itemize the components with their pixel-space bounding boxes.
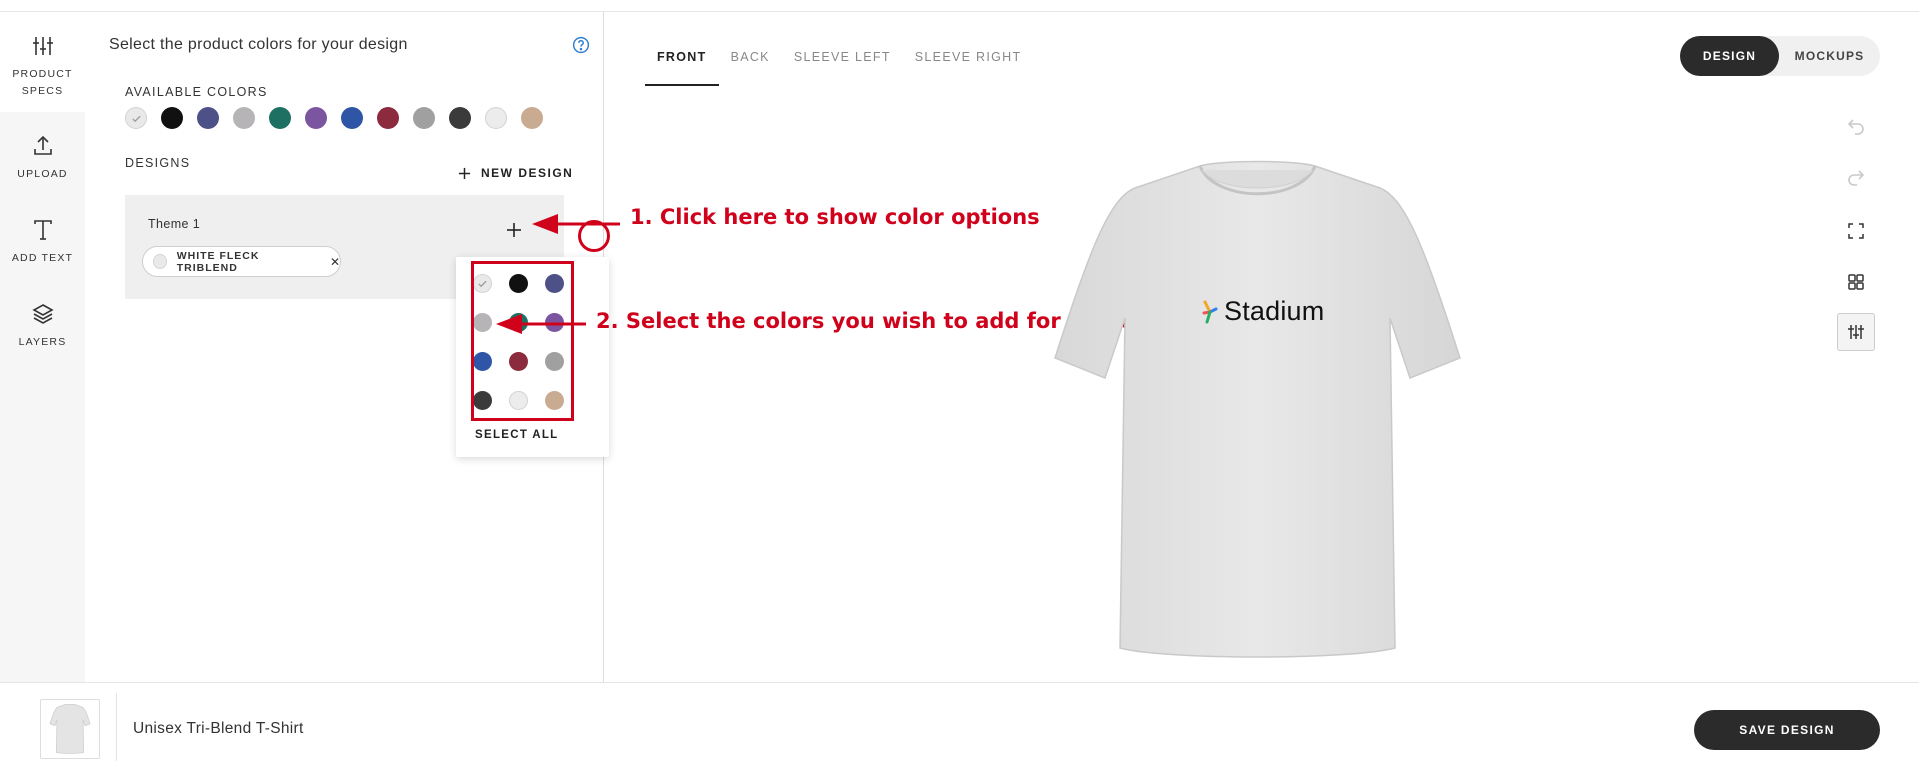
annotation-arrow-1 bbox=[532, 214, 620, 234]
product-name: Unisex Tri-Blend T-Shirt bbox=[133, 720, 304, 737]
tab-back[interactable]: BACK bbox=[719, 48, 782, 86]
footer-divider bbox=[116, 693, 117, 761]
color-swatch[interactable] bbox=[413, 107, 435, 129]
color-swatch[interactable] bbox=[161, 107, 183, 129]
color-swatch[interactable] bbox=[485, 107, 507, 129]
rail-item-product-specs[interactable]: PRODUCT SPECS bbox=[0, 12, 85, 112]
annotation-arrow-2 bbox=[496, 314, 586, 334]
available-colors-label: AVAILABLE COLORS bbox=[125, 85, 268, 99]
tab-sleeve-right[interactable]: SLEEVE RIGHT bbox=[903, 48, 1034, 86]
new-design-button[interactable]: NEW DESIGN bbox=[458, 166, 573, 180]
available-colors-row bbox=[125, 107, 543, 129]
fullscreen-icon bbox=[1848, 223, 1864, 239]
add-color-button[interactable] bbox=[505, 221, 523, 239]
design-logo[interactable]: Stadium bbox=[1202, 296, 1324, 327]
color-swatch[interactable] bbox=[521, 107, 543, 129]
mockups-mode-button[interactable]: MOCKUPS bbox=[1779, 36, 1880, 76]
sliders-icon bbox=[1848, 325, 1864, 339]
sliders-icon bbox=[32, 37, 53, 55]
rail-item-layers[interactable]: LAYERS bbox=[0, 280, 85, 364]
tool-rail: PRODUCT SPECS UPLOAD ADD TEXT LAYERS bbox=[0, 12, 85, 682]
new-design-label: NEW DESIGN bbox=[481, 166, 574, 180]
color-swatch[interactable] bbox=[197, 107, 219, 129]
annotation-highlight-box bbox=[471, 261, 574, 421]
color-swatch[interactable] bbox=[233, 107, 255, 129]
color-swatch[interactable] bbox=[377, 107, 399, 129]
undo-icon bbox=[1847, 119, 1864, 135]
footer-bar: Unisex Tri-Blend T-Shirt SAVE DESIGN bbox=[0, 682, 1919, 770]
designs-label: DESIGNS bbox=[125, 156, 191, 170]
panel-title: Select the product colors for your desig… bbox=[109, 36, 408, 53]
undo-button[interactable] bbox=[1837, 107, 1875, 145]
tab-sleeve-left[interactable]: SLEEVE LEFT bbox=[782, 48, 903, 86]
plus-icon bbox=[458, 167, 471, 179]
redo-icon bbox=[1848, 170, 1865, 186]
rail-label: ADD TEXT bbox=[11, 252, 74, 264]
color-swatch[interactable] bbox=[341, 107, 363, 129]
top-border bbox=[0, 0, 1919, 12]
tab-front[interactable]: FRONT bbox=[645, 48, 719, 86]
save-design-button[interactable]: SAVE DESIGN bbox=[1694, 710, 1880, 750]
select-all-button[interactable]: SELECT ALL bbox=[475, 429, 559, 441]
color-swatch[interactable] bbox=[125, 107, 147, 129]
grid-view-button[interactable] bbox=[1837, 263, 1875, 301]
color-chip: WHITE FLECK TRIBLEND ✕ bbox=[142, 246, 341, 277]
rail-label: UPLOAD bbox=[17, 168, 68, 180]
color-swatch[interactable] bbox=[269, 107, 291, 129]
remove-color-icon[interactable]: ✕ bbox=[330, 255, 340, 269]
text-icon bbox=[33, 220, 52, 240]
placement-tabs: FRONT BACK SLEEVE LEFT SLEEVE RIGHT bbox=[645, 48, 1033, 86]
grid-icon bbox=[1848, 274, 1864, 290]
color-swatch[interactable] bbox=[449, 107, 471, 129]
tshirt-mockup bbox=[1054, 160, 1461, 658]
logo-text: Stadium bbox=[1224, 296, 1325, 326]
rail-label: LAYERS bbox=[18, 336, 67, 348]
rail-item-add-text[interactable]: ADD TEXT bbox=[0, 196, 85, 280]
adjustments-button[interactable] bbox=[1837, 313, 1875, 351]
rail-item-upload[interactable]: UPLOAD bbox=[0, 112, 85, 196]
tshirt-thumbnail-icon bbox=[49, 704, 91, 754]
help-icon[interactable] bbox=[572, 36, 590, 54]
design-mode-button[interactable]: DESIGN bbox=[1680, 36, 1779, 76]
check-icon bbox=[131, 115, 141, 122]
product-thumbnail[interactable] bbox=[40, 699, 100, 759]
chip-label: WHITE FLECK TRIBLEND bbox=[176, 249, 260, 274]
layers-icon bbox=[31, 304, 54, 324]
color-swatch[interactable] bbox=[305, 107, 327, 129]
rail-label: PRODUCT SPECS bbox=[12, 68, 73, 97]
product-specs-panel: Select the product colors for your desig… bbox=[85, 12, 610, 682]
theme-name: Theme 1 bbox=[148, 217, 201, 231]
annotation-step-1: 1. Click here to show color options bbox=[630, 205, 1040, 229]
stadium-logo-icon bbox=[1202, 300, 1218, 323]
upload-icon bbox=[33, 135, 52, 155]
mode-toggle: DESIGN MOCKUPS bbox=[1680, 36, 1880, 76]
redo-button[interactable] bbox=[1837, 158, 1875, 196]
chip-color-dot bbox=[153, 254, 167, 269]
fullscreen-button[interactable] bbox=[1837, 212, 1875, 250]
